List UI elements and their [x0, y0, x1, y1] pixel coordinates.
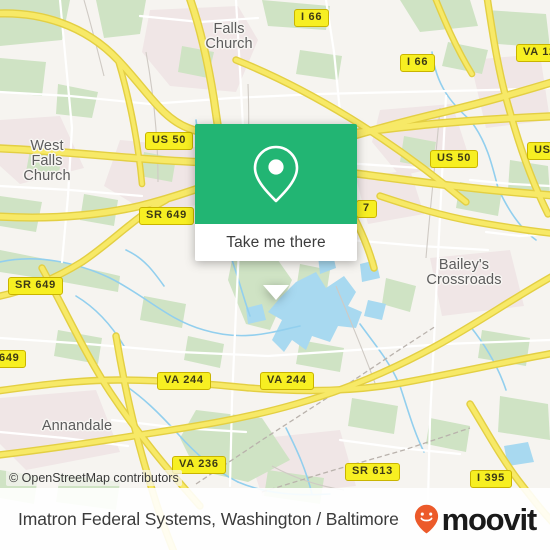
road-shield-va12: VA 12: [516, 44, 550, 62]
road-shield-i66-north: I 66: [294, 9, 330, 27]
road-shield-us50-west: US 50: [145, 132, 194, 150]
road-shield-649-clipped: 649: [0, 350, 27, 368]
road-shield-va244-west: VA 244: [157, 372, 211, 390]
road-shield-i395: I 395: [470, 470, 512, 488]
location-title: Imatron Federal Systems, Washington / Ba…: [18, 508, 399, 529]
moovit-logo[interactable]: moovit: [414, 501, 538, 537]
road-shield-sr613: SR 613: [345, 463, 400, 481]
map-screenshot: .park{fill:#cfe3c4;} .urban{fill:#f0e6e6…: [0, 0, 550, 550]
road-shield-route-7: 7: [356, 200, 377, 218]
osm-attribution[interactable]: © OpenStreetMap contributors: [6, 470, 182, 486]
road-shield-us-edge: US: [527, 142, 550, 160]
callout-cta-panel[interactable]: Take me there: [195, 224, 357, 261]
map-canvas[interactable]: .park{fill:#cfe3c4;} .urban{fill:#f0e6e6…: [0, 0, 550, 550]
take-me-there-label: Take me there: [226, 233, 326, 251]
footer-bar: Imatron Federal Systems, Washington / Ba…: [0, 488, 550, 550]
callout-tail: [263, 285, 289, 300]
road-shield-i66-mid: I 66: [400, 54, 436, 72]
map-vector-layer: .park{fill:#cfe3c4;} .urban{fill:#f0e6e6…: [0, 0, 550, 550]
callout-pin-panel: [195, 124, 357, 224]
road-shield-sr649-north: SR 649: [139, 207, 194, 225]
road-shield-us50-east: US 50: [430, 150, 479, 168]
map-pin-icon: [253, 145, 299, 203]
road-shield-va244-east: VA 244: [260, 372, 314, 390]
moovit-pin-icon: [414, 504, 438, 534]
moovit-wordmark: moovit: [441, 501, 538, 537]
take-me-there-callout[interactable]: Take me there: [195, 124, 357, 300]
road-shield-sr649-west: SR 649: [8, 277, 63, 295]
